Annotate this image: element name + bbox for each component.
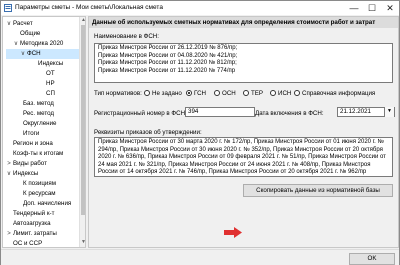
tree-item-region[interactable]: Регион и зона <box>6 139 79 149</box>
radio-isn[interactable] <box>270 90 276 96</box>
tree-item-sp[interactable]: СП <box>6 89 79 99</box>
tree-item-label: НР <box>46 80 55 87</box>
tree-item-label: Индексы <box>13 170 39 177</box>
tree-item-label: Регион и зона <box>13 140 53 147</box>
tree-item-vidy-rabot[interactable]: > Виды работ <box>6 159 79 169</box>
tree-item-os-ssr[interactable]: ОС и ССР <box>6 239 79 247</box>
params-window: Параметры сметы - Мои сметы\Локальная см… <box>0 0 400 265</box>
tree-item-label: К позициям <box>23 180 56 187</box>
tree-item-fsn[interactable]: ∨ ФСН <box>6 49 79 59</box>
tree-item-label: Коэф-ты к итогам <box>13 150 64 157</box>
tree-item-res-metod[interactable]: Рес. метод <box>6 109 79 119</box>
radio-ter[interactable] <box>243 90 249 96</box>
tree-item-label: Лимит. затраты <box>13 230 57 237</box>
footer-bar: OK <box>1 249 399 265</box>
tree-item-label: Округление <box>23 120 57 127</box>
tree-item-label: К ресурсам <box>23 190 56 197</box>
tree-item-k-resursam[interactable]: К ресурсам <box>6 189 79 199</box>
window-title: Параметры сметы - Мои сметы\Локальная см… <box>15 4 163 11</box>
tree-item-label: СП <box>46 90 55 97</box>
maximize-icon[interactable]: ☐ <box>363 2 381 14</box>
scrollbar-thumb[interactable] <box>81 25 85 215</box>
radio-label: Справочная информация <box>302 90 376 97</box>
requisites-label: Реквизиты приказов об утверждении: <box>94 129 202 136</box>
tree-item-k-poziciyam[interactable]: К позициям <box>6 179 79 189</box>
tree-item-label: Индексы <box>38 60 64 67</box>
arrow-right-icon <box>224 227 242 238</box>
tree-item-tender[interactable]: Тендерный к-т <box>6 209 79 219</box>
tree-item-indeksy-group[interactable]: ∨ Индексы <box>6 169 79 179</box>
radio-gsn[interactable] <box>186 90 192 96</box>
calendar-dropdown-icon[interactable]: ▼ <box>384 107 394 117</box>
scroll-up-icon[interactable]: ▲ <box>80 17 85 24</box>
tree-item-label: Общие <box>20 30 41 37</box>
tree-item-okruglenie[interactable]: Округление <box>6 119 79 129</box>
tree-item-raschet[interactable]: ∨ Расчет <box>6 19 79 29</box>
tree-item-avto[interactable]: Автозагрузка <box>6 219 79 229</box>
scroll-down-icon[interactable]: ▼ <box>80 239 85 246</box>
copy-from-base-button[interactable]: Скопировать данные из нормативной базы <box>243 184 393 197</box>
tree-item-label: Расчет <box>13 20 33 27</box>
fsn-panel: Данные об используемых сметных норматива… <box>88 16 399 248</box>
app-icon <box>4 4 12 12</box>
tree-item-label: Методика 2020 <box>20 40 64 47</box>
chevron-down-icon[interactable]: ∨ <box>20 49 26 59</box>
tree-item-label: ФСН <box>27 50 41 57</box>
tree-item-itogi[interactable]: Итоги <box>6 129 79 139</box>
ok-button[interactable]: OK <box>349 253 395 265</box>
radio-label: Не задано <box>152 90 182 97</box>
include-date-field[interactable]: 21.12.2021 ▼ <box>337 107 395 117</box>
radio-ne-zadano[interactable] <box>144 90 150 96</box>
tree-item-limit[interactable]: > Лимит. затраты <box>6 229 79 239</box>
fsn-name-textarea[interactable]: Приказ Минстроя России от 26.12.2019 № 8… <box>94 43 393 83</box>
section-header: Данные об используемых сметных норматива… <box>89 17 398 28</box>
tree-item-dop[interactable]: Доп. начисления <box>6 199 79 209</box>
minimize-icon[interactable]: — <box>345 2 363 14</box>
tree-item-label: Виды работ <box>13 160 47 167</box>
requisites-textarea[interactable]: Приказ Минстроя России от 30 марта 2020 … <box>94 137 393 177</box>
close-icon[interactable]: ✕ <box>381 2 399 14</box>
tree-item-label: Баз. метод <box>23 100 54 107</box>
tree-item-label: ОС и ССР <box>13 240 43 247</box>
norm-type-label: Тип нормативов: <box>94 90 142 97</box>
tree-item-indeksy[interactable]: Индексы <box>6 59 79 69</box>
radio-osn[interactable] <box>214 90 220 96</box>
tree-item-baz-metod[interactable]: Баз. метод <box>6 99 79 109</box>
chevron-down-icon[interactable]: ∨ <box>6 169 12 179</box>
include-date-value: 21.12.2021 <box>340 108 371 115</box>
tree-item-label: Доп. начисления <box>23 200 72 207</box>
tree-item-label: Итоги <box>23 130 40 137</box>
chevron-down-icon[interactable]: ∨ <box>6 19 12 29</box>
tree-scrollbar[interactable]: ▲ ▼ <box>79 17 85 247</box>
title-bar: Параметры сметы - Мои сметы\Локальная см… <box>1 1 399 15</box>
tree-item-nr[interactable]: НР <box>6 79 79 89</box>
radio-label: ТЕР <box>251 90 264 97</box>
tree-item-label: Рес. метод <box>23 110 54 117</box>
chevron-right-icon[interactable]: > <box>6 229 12 239</box>
tree-item-metodika[interactable]: ∨ Методика 2020 <box>6 39 79 49</box>
tree-item-ot[interactable]: ОТ <box>6 69 79 79</box>
include-date-label: Дата включения в ФСН: <box>255 110 324 117</box>
reg-number-field[interactable]: 394 <box>185 107 255 117</box>
reg-number-label: Регистрационный номер в ФСН: <box>94 110 187 117</box>
tree-item-label: Автозагрузка <box>13 220 51 227</box>
chevron-down-icon[interactable]: ∨ <box>13 39 19 49</box>
tree-item-label: Тендерный к-т <box>13 210 55 217</box>
tree-item-koef[interactable]: Коэф-ты к итогам <box>6 149 79 159</box>
settings-tree: ∨ Расчет Общие ∨ Методика 2020 ∨ ФСН Инд… <box>2 16 86 248</box>
chevron-right-icon[interactable]: > <box>6 159 12 169</box>
radio-spravochnaya[interactable] <box>294 90 300 96</box>
radio-label: ИСН <box>278 90 292 97</box>
radio-label: ОСН <box>222 90 236 97</box>
tree-item-obshie[interactable]: Общие <box>6 29 79 39</box>
radio-label: ГСН <box>194 90 207 97</box>
fsn-name-label: Наименование в ФСН: <box>94 33 159 40</box>
tree-item-label: ОТ <box>46 70 55 77</box>
